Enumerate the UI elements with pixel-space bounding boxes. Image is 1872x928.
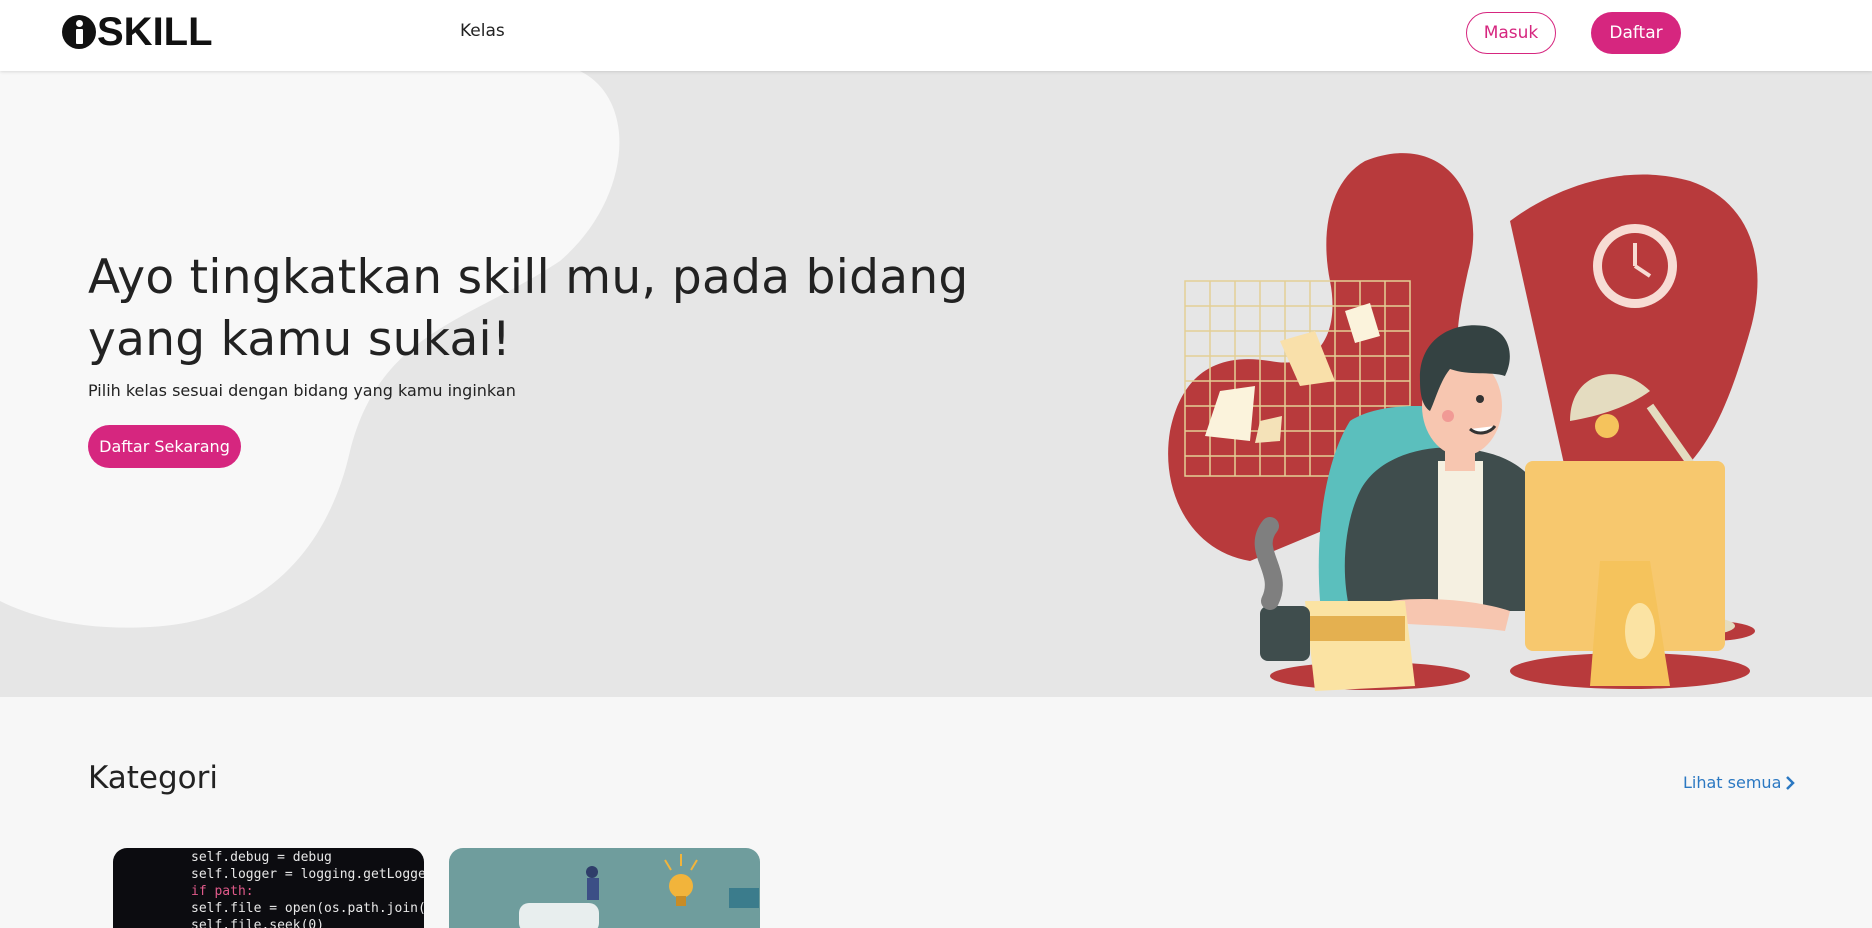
kategori-cards: self.debug = debug self.logger = logging…	[113, 848, 760, 928]
code-line: self.file = open(os.path.join(	[191, 901, 424, 916]
code-line: self.file.seek(0)	[191, 918, 325, 928]
hero-section: Ayo tingkatkan skill mu, pada bidang yan…	[0, 71, 1872, 697]
code-line: self.logger = logging.getLogger(	[191, 867, 424, 882]
category-card-programming[interactable]: self.debug = debug self.logger = logging…	[113, 848, 424, 928]
nav-link-kelas[interactable]: Kelas	[460, 21, 505, 41]
chevron-right-icon	[1786, 775, 1796, 790]
kategori-heading: Kategori	[88, 760, 219, 796]
logo-i-icon	[62, 15, 96, 49]
code-line: self.debug = debug	[191, 850, 332, 865]
category-card-business[interactable]	[449, 848, 760, 928]
hero-illustration	[1168, 153, 1758, 691]
code-line: if path:	[191, 884, 254, 899]
masuk-button[interactable]: Masuk	[1466, 12, 1556, 54]
daftar-button[interactable]: Daftar	[1591, 12, 1681, 54]
top-navbar: SKILL Kelas Masuk Daftar	[0, 0, 1872, 71]
brand-logo[interactable]: SKILL	[62, 12, 213, 52]
logo-text: SKILL	[97, 10, 213, 54]
hero-title: Ayo tingkatkan skill mu, pada bidang yan…	[88, 250, 969, 367]
lihat-semua-link[interactable]: Lihat semua	[1683, 773, 1796, 792]
hero-subtitle: Pilih kelas sesuai dengan bidang yang ka…	[88, 381, 516, 400]
daftar-sekarang-button[interactable]: Daftar Sekarang	[88, 425, 241, 468]
lightbulb-illustration	[519, 854, 759, 928]
lihat-semua-label: Lihat semua	[1683, 773, 1782, 792]
